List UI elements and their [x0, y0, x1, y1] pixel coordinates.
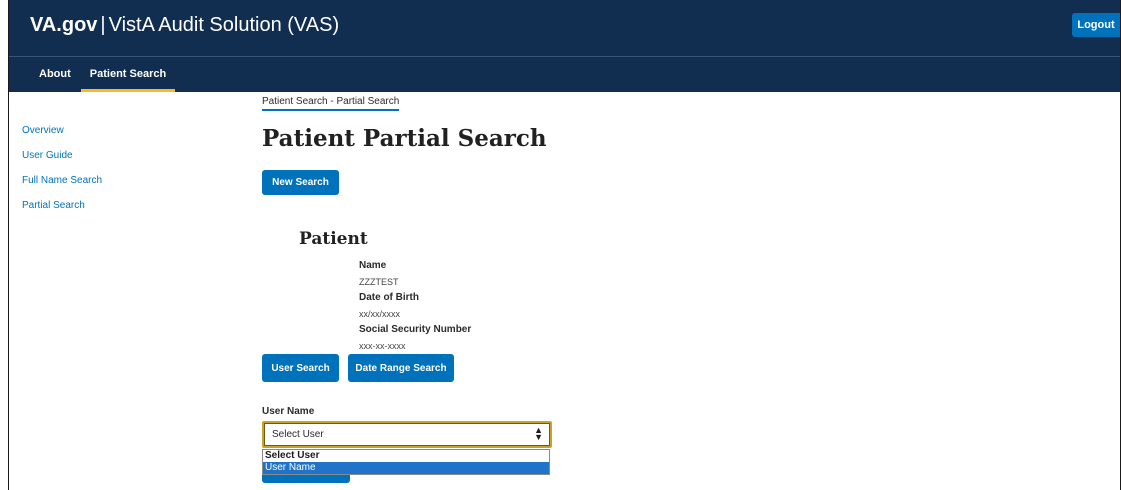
patient-dob-value: xx/xx/xxxx — [359, 309, 401, 319]
patient-ssn-value: xxx-xx-xxxx — [359, 341, 406, 351]
date-range-search-button[interactable]: Date Range Search — [348, 354, 454, 382]
patient-name-value: ZZZTEST — [359, 277, 399, 287]
option-select-user[interactable]: Select User — [263, 450, 549, 462]
user-search-button[interactable]: User Search — [262, 354, 339, 382]
patient-details: Name ZZZTEST Date of Birth xx/xx/xxxx So… — [359, 260, 559, 356]
site-brand[interactable]: VA.gov | VistA Audit Solution (VAS) — [30, 14, 339, 37]
site-header: VA.gov | VistA Audit Solution (VAS) Logout — [9, 0, 1120, 56]
va-logo: VA.gov — [30, 14, 98, 36]
user-select-options: Select User User Name — [262, 449, 550, 475]
option-user-name[interactable]: User Name — [263, 462, 549, 474]
patient-name-label: Name — [359, 260, 387, 271]
patient-heading: Patient — [299, 229, 368, 249]
sidebar-item-overview[interactable]: Overview — [22, 124, 182, 149]
page-title: Patient Partial Search — [262, 125, 547, 152]
user-select-value: Select User — [272, 429, 324, 440]
new-search-button[interactable]: New Search — [262, 170, 339, 195]
browser-frame: VA.gov | VistA Audit Solution (VAS) Logout… — [8, 0, 1121, 490]
brand-separator: | — [100, 14, 106, 36]
logout-button[interactable]: Logout — [1072, 13, 1120, 37]
user-select[interactable]: Select User ▲ ▼ — [262, 421, 552, 448]
user-name-label: User Name — [262, 406, 315, 417]
select-arrows-icon: ▲ ▼ — [534, 425, 543, 442]
sidebar: Overview User Guide Full Name Search Par… — [22, 124, 182, 224]
sidebar-item-partial-search[interactable]: Partial Search — [22, 199, 182, 224]
sidebar-item-full-name-search[interactable]: Full Name Search — [22, 174, 182, 199]
patient-ssn-label: Social Security Number — [359, 324, 472, 335]
sidebar-item-user-guide[interactable]: User Guide — [22, 149, 182, 174]
nav-tab-about[interactable]: About — [39, 57, 71, 92]
breadcrumb[interactable]: Patient Search - Partial Search — [262, 96, 400, 111]
main-nav: About Patient Search — [9, 56, 1120, 92]
nav-tab-patient-search[interactable]: Patient Search — [81, 57, 175, 92]
patient-dob-label: Date of Birth — [359, 292, 419, 303]
app-title: VistA Audit Solution (VAS) — [108, 14, 340, 36]
